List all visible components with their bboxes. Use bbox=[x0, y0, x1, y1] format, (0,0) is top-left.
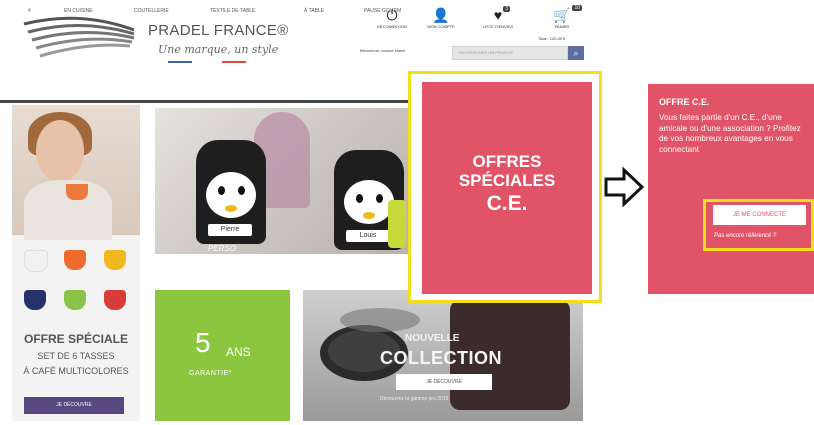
nav-item-home[interactable]: # bbox=[28, 8, 31, 14]
connect-button[interactable]: JE ME CONNECTE bbox=[713, 205, 806, 225]
guarantee-label: GARANTIE* bbox=[189, 370, 233, 377]
wishlist-count-badge: 3 bbox=[503, 6, 510, 12]
panel-title: OFFRE C.E. bbox=[659, 97, 710, 107]
guarantee-banner[interactable] bbox=[155, 290, 290, 421]
nav-item-coutellerie[interactable]: COUTELLERIE bbox=[134, 8, 169, 14]
account-button[interactable]: 👤 MON COMPTE bbox=[415, 7, 467, 29]
promo-title: OFFRE SPÉCIALE bbox=[23, 332, 128, 346]
collection-kicker: NOUVELLE bbox=[405, 333, 460, 344]
promo-line-2: À CAFÉ MULTICOLORES bbox=[23, 366, 129, 376]
cup-navy bbox=[24, 290, 46, 310]
penguin-eye-left-a bbox=[218, 186, 225, 195]
tagline-stripe-red bbox=[222, 61, 246, 63]
penguin-beak-right bbox=[363, 212, 375, 219]
ce-offer-text: OFFRES SPÉCIALES C.E. bbox=[422, 152, 592, 215]
guarantee-ans: ANS bbox=[226, 345, 251, 359]
bottle bbox=[388, 200, 406, 248]
name-tag-left-text: Pierre bbox=[220, 226, 240, 233]
cup-white bbox=[24, 250, 48, 272]
collection-discover-button[interactable]: JE DÉCOUVRE bbox=[396, 374, 492, 390]
search-icon: ⌕ bbox=[573, 48, 579, 58]
promo-photo-face bbox=[36, 120, 84, 182]
cart-count-badge: 10 bbox=[572, 5, 582, 11]
cup-orange bbox=[64, 250, 86, 270]
ce-offer-line-3: C.E. bbox=[486, 192, 528, 215]
collection-title: COLLECTION bbox=[380, 348, 502, 368]
penguin-eye-right-a bbox=[356, 194, 363, 203]
brand-title[interactable]: PRADEL FRANCE® bbox=[148, 22, 289, 39]
nav-item-a-table[interactable]: À TABLE bbox=[304, 8, 324, 14]
search-button[interactable]: ⌕ bbox=[568, 46, 584, 60]
brand-logo-swoosh[interactable] bbox=[20, 12, 138, 66]
tagline-stripe-blue bbox=[168, 61, 192, 63]
promo-line-1: SET DE 6 TASSES bbox=[37, 351, 115, 361]
main-nav bbox=[0, 76, 414, 103]
name-tag-right: Louis bbox=[346, 230, 390, 242]
collection-subtitle: Découvrez la gamme pro 2015 bbox=[380, 396, 449, 402]
user-icon: 👤 bbox=[432, 7, 450, 23]
ce-offer-line-2: SPÉCIALES bbox=[458, 171, 556, 190]
cup-green bbox=[64, 290, 86, 310]
penguin-beak-left bbox=[225, 205, 237, 212]
cup-red bbox=[104, 290, 126, 310]
ce-offer-line-1: OFFRES bbox=[472, 152, 542, 171]
logout-label: DÉCONNEXION bbox=[377, 24, 407, 29]
name-tag-right-text: Louis bbox=[359, 232, 377, 239]
nav-item-pause-gourmande[interactable]: PAUSE GOURM bbox=[364, 8, 401, 14]
penguin-eye-right-b bbox=[376, 194, 383, 203]
account-label: MON COMPTE bbox=[427, 24, 455, 29]
promo-photo-cup bbox=[66, 184, 88, 200]
not-registered-link[interactable]: Pas encore référencé ? bbox=[714, 233, 776, 239]
cup-yellow bbox=[104, 250, 126, 270]
guarantee-years: 5 bbox=[195, 327, 211, 358]
name-tag-left: Pierre bbox=[208, 224, 252, 236]
perso-watermark: PERSO bbox=[208, 244, 237, 253]
greeting-text: Bienvenue, cuisine Name bbox=[360, 48, 406, 53]
brand-tagline: Une marque, un style bbox=[158, 43, 279, 56]
heart-icon: ♥ bbox=[493, 7, 503, 23]
wishlist-button[interactable]: ♥ 3 LISTE D'ENVIES bbox=[472, 6, 524, 29]
lid-image bbox=[340, 308, 420, 332]
nav-item-textile[interactable]: TEXTILE DE TABLE bbox=[210, 8, 255, 14]
cart-button[interactable]: 🛒 10 PANIER bbox=[536, 5, 588, 29]
penguin-eye-left-b bbox=[238, 186, 245, 195]
search-input[interactable]: RECHERCHER UN PRODUIT bbox=[452, 46, 568, 60]
nav-item-en-cuisine[interactable]: EN CUISINE bbox=[64, 8, 93, 14]
arrow-right-icon bbox=[604, 166, 645, 208]
wishlist-label: LISTE D'ENVIES bbox=[482, 24, 514, 29]
panel-text: Vous faites partie d'un C.E., d'une amic… bbox=[659, 113, 801, 154]
promo-discover-button[interactable]: JE DÉCOUVRE bbox=[24, 397, 124, 414]
cart-label: PANIER bbox=[554, 24, 570, 29]
cart-total: Total : 125.00 € bbox=[538, 36, 566, 41]
